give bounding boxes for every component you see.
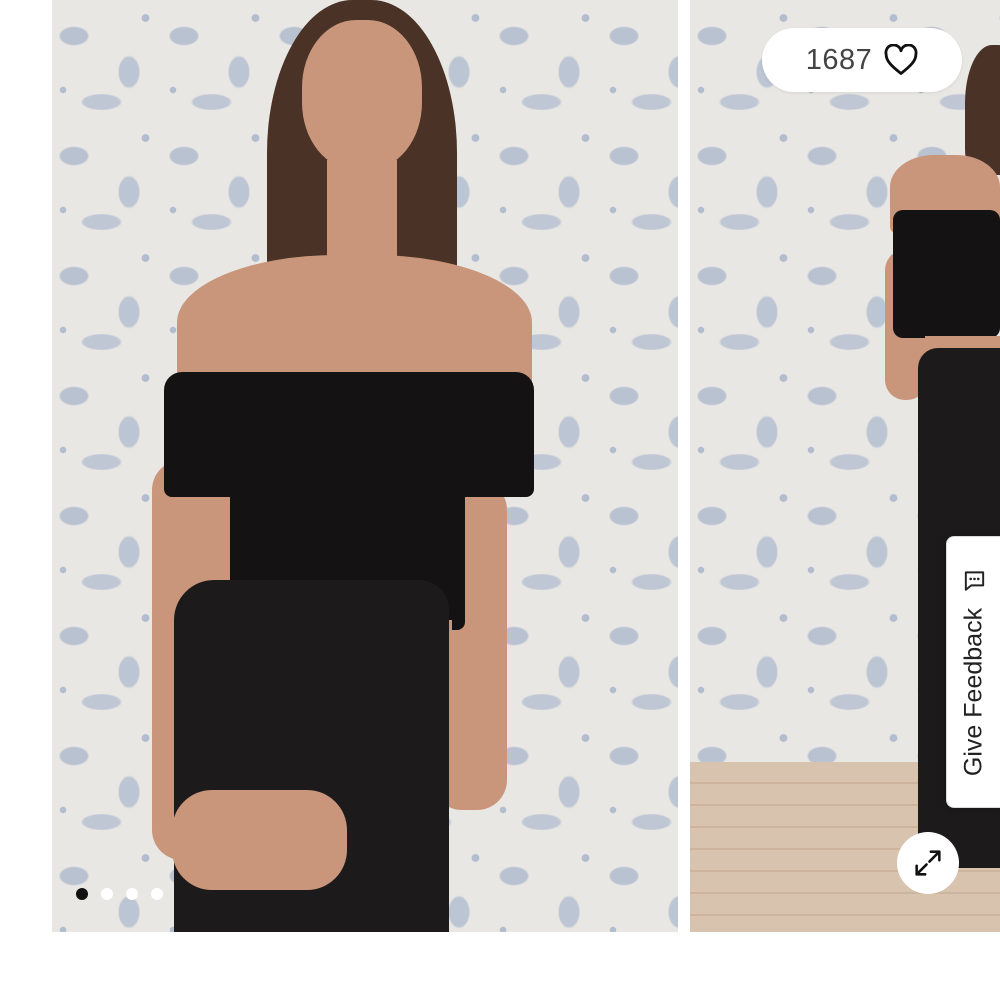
pagination-dot[interactable] (101, 888, 113, 900)
feedback-label: Give Feedback (959, 607, 988, 777)
model-hands (172, 790, 347, 890)
chat-bubble-icon (964, 571, 984, 591)
heart-outline-icon (884, 44, 918, 75)
expand-image-button[interactable] (897, 832, 959, 894)
like-button[interactable]: 1687 (762, 28, 962, 92)
pagination-dot-active[interactable] (76, 888, 88, 900)
expand-arrows-icon (915, 850, 941, 876)
like-count: 1687 (805, 43, 873, 76)
carousel-pagination (76, 888, 163, 900)
velvet-top (893, 210, 1000, 338)
pagination-dot[interactable] (151, 888, 163, 900)
give-feedback-tab[interactable]: Give Feedback (946, 536, 1000, 808)
model-face (302, 20, 422, 170)
product-image-gallery[interactable]: 1687 (0, 0, 1000, 932)
pagination-dot[interactable] (126, 888, 138, 900)
product-image-1[interactable] (52, 0, 678, 932)
model-neck (327, 160, 397, 270)
